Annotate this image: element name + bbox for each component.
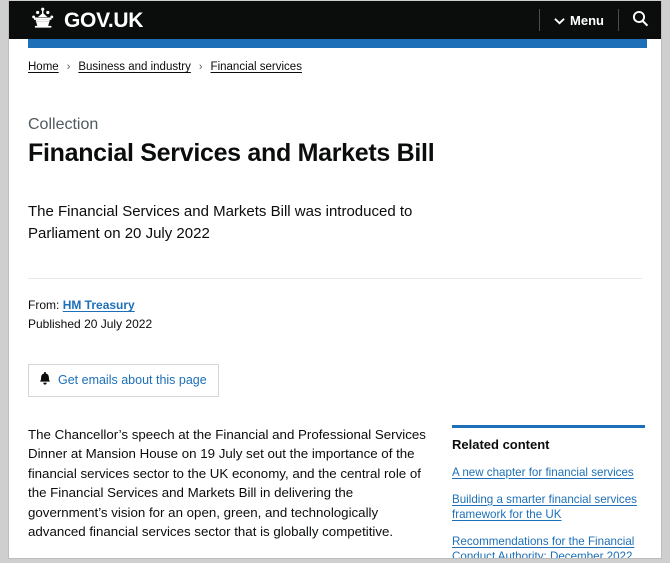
page-title: Financial Services and Markets Bill (28, 138, 435, 167)
breadcrumb-item-financial-services[interactable]: Financial services (211, 60, 302, 75)
main-body: The Chancellor’s speech at the Financial… (28, 425, 428, 559)
related-link-smarter-framework[interactable]: Building a smarter financial services fr… (452, 492, 645, 523)
breadcrumb-separator: › (66, 61, 71, 74)
header-actions: Menu (539, 1, 661, 39)
related-content-title: Related content (452, 436, 550, 452)
metadata-published-row: Published 20 July 2022 (28, 315, 642, 334)
page-viewport: GOV.UK Menu Home › Business and industry… (8, 1, 662, 559)
page-content: Home › Business and industry › Financial… (9, 48, 661, 559)
govuk-logo-link[interactable]: GOV.UK (28, 7, 143, 34)
title-block: Collection Financial Services and Market… (28, 115, 642, 168)
breadcrumb-item-business-and-industry[interactable]: Business and industry (78, 60, 191, 75)
body-paragraph: The Chancellor’s speech at the Financial… (28, 426, 426, 540)
content-type-label: Collection (28, 115, 99, 133)
blue-accent-bar (28, 39, 647, 48)
get-emails-button[interactable]: Get emails about this page (28, 363, 219, 397)
crown-icon (28, 7, 58, 34)
menu-button[interactable]: Menu (540, 1, 618, 39)
content-columns: The Chancellor’s speech at the Financial… (28, 424, 645, 559)
metadata-from-label: From: (28, 298, 60, 313)
page-description: The Financial Services and Markets Bill … (28, 202, 413, 242)
breadcrumb-item-home[interactable]: Home (28, 60, 59, 75)
metadata-published-date: 20 July 2022 (84, 317, 153, 332)
metadata-from-organisation-link[interactable]: HM Treasury (63, 298, 135, 312)
related-content-list: A new chapter for financial services Bui… (452, 463, 645, 558)
chevron-down-icon (554, 13, 565, 28)
search-button[interactable] (619, 1, 661, 39)
search-icon (632, 10, 649, 30)
list-item: Recommendations for the Financial Conduc… (452, 534, 645, 558)
get-emails-button-label: Get emails about this page (58, 372, 207, 387)
metadata-divider (28, 278, 642, 280)
list-item: A new chapter for financial services (452, 463, 645, 481)
browser-frame: GOV.UK Menu Home › Business and industry… (0, 0, 670, 563)
related-content-panel: Related content A new chapter for financ… (452, 424, 645, 558)
related-link-fca-recommendations[interactable]: Recommendations for the Financial Conduc… (452, 534, 645, 558)
metadata-from-row: From: HM Treasury (28, 296, 642, 315)
list-item: Building a smarter financial services fr… (452, 492, 645, 523)
metadata-published-label: Published (28, 317, 81, 332)
govuk-header: GOV.UK Menu (9, 1, 661, 39)
bell-icon (39, 371, 51, 389)
govuk-brand-text: GOV.UK (64, 8, 144, 32)
metadata-block: From: HM Treasury Published 20 July 2022 (28, 296, 642, 333)
breadcrumb-separator: › (198, 61, 203, 74)
related-link-a-new-chapter[interactable]: A new chapter for financial services (452, 465, 634, 480)
breadcrumb: Home › Business and industry › Financial… (28, 48, 642, 75)
body-paragraph: The Bill seizes the opportunities of EU … (28, 558, 428, 559)
menu-button-label: Menu (570, 12, 604, 28)
